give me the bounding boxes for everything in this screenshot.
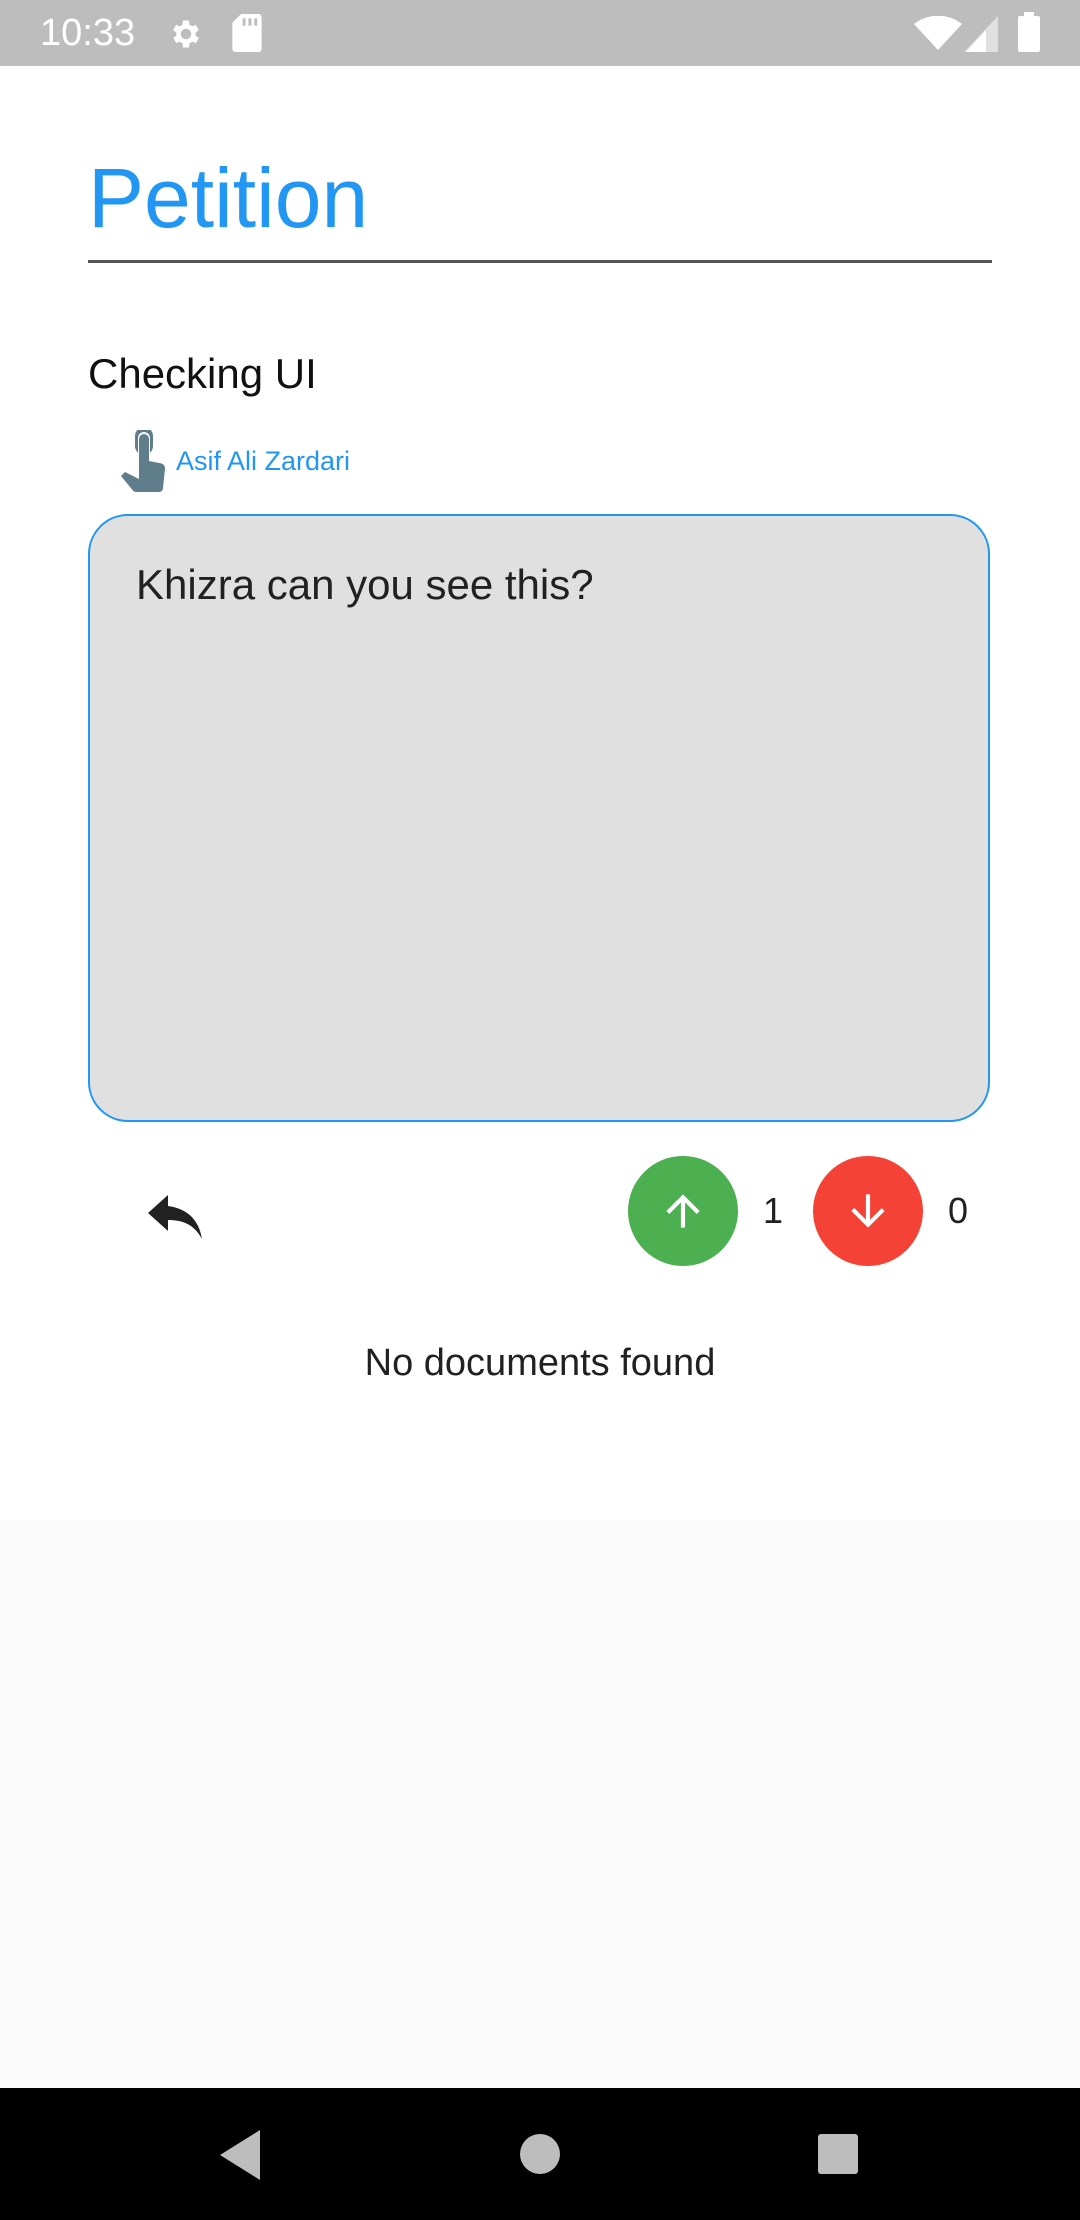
status-time: 10:33 [40, 12, 136, 54]
author-name[interactable]: Asif Ali Zardari [176, 446, 350, 477]
back-icon[interactable] [214, 2128, 268, 2182]
battery-icon [1018, 12, 1040, 52]
page-title: Petition [88, 151, 369, 245]
screen: 10:33 Petition Checking UI Asif Ali Zard… [0, 0, 1080, 2220]
upvote-button[interactable] [628, 1156, 738, 1266]
author-row[interactable]: Asif Ali Zardari [118, 430, 350, 492]
status-bar: 10:33 [0, 0, 1080, 66]
navigation-bar [0, 2088, 1080, 2220]
arrow-down-icon [851, 1194, 885, 1228]
upvote-count: 1 [763, 1190, 784, 1231]
message-text: Khizra can you see this? [136, 561, 594, 608]
touch-hand-icon [121, 430, 166, 492]
wifi-icon [914, 16, 962, 50]
recents-icon[interactable] [816, 2132, 860, 2176]
downvote-count: 0 [948, 1190, 969, 1231]
message-box[interactable]: Khizra can you see this? [88, 514, 990, 1122]
signal-icon [964, 16, 998, 52]
home-icon[interactable] [518, 2132, 562, 2176]
petition-detail-card: Petition Checking UI Asif Ali Zardari Kh… [0, 66, 1080, 1520]
title-divider [88, 260, 992, 263]
gear-icon [173, 20, 199, 48]
reply-icon [148, 1195, 202, 1239]
no-documents-message: No documents found [364, 1342, 716, 1384]
arrow-up-icon [666, 1194, 700, 1228]
petition-title: Checking UI [88, 350, 317, 397]
sd-card-icon [232, 14, 262, 52]
downvote-button[interactable] [813, 1156, 923, 1266]
reply-button[interactable] [140, 1182, 210, 1252]
